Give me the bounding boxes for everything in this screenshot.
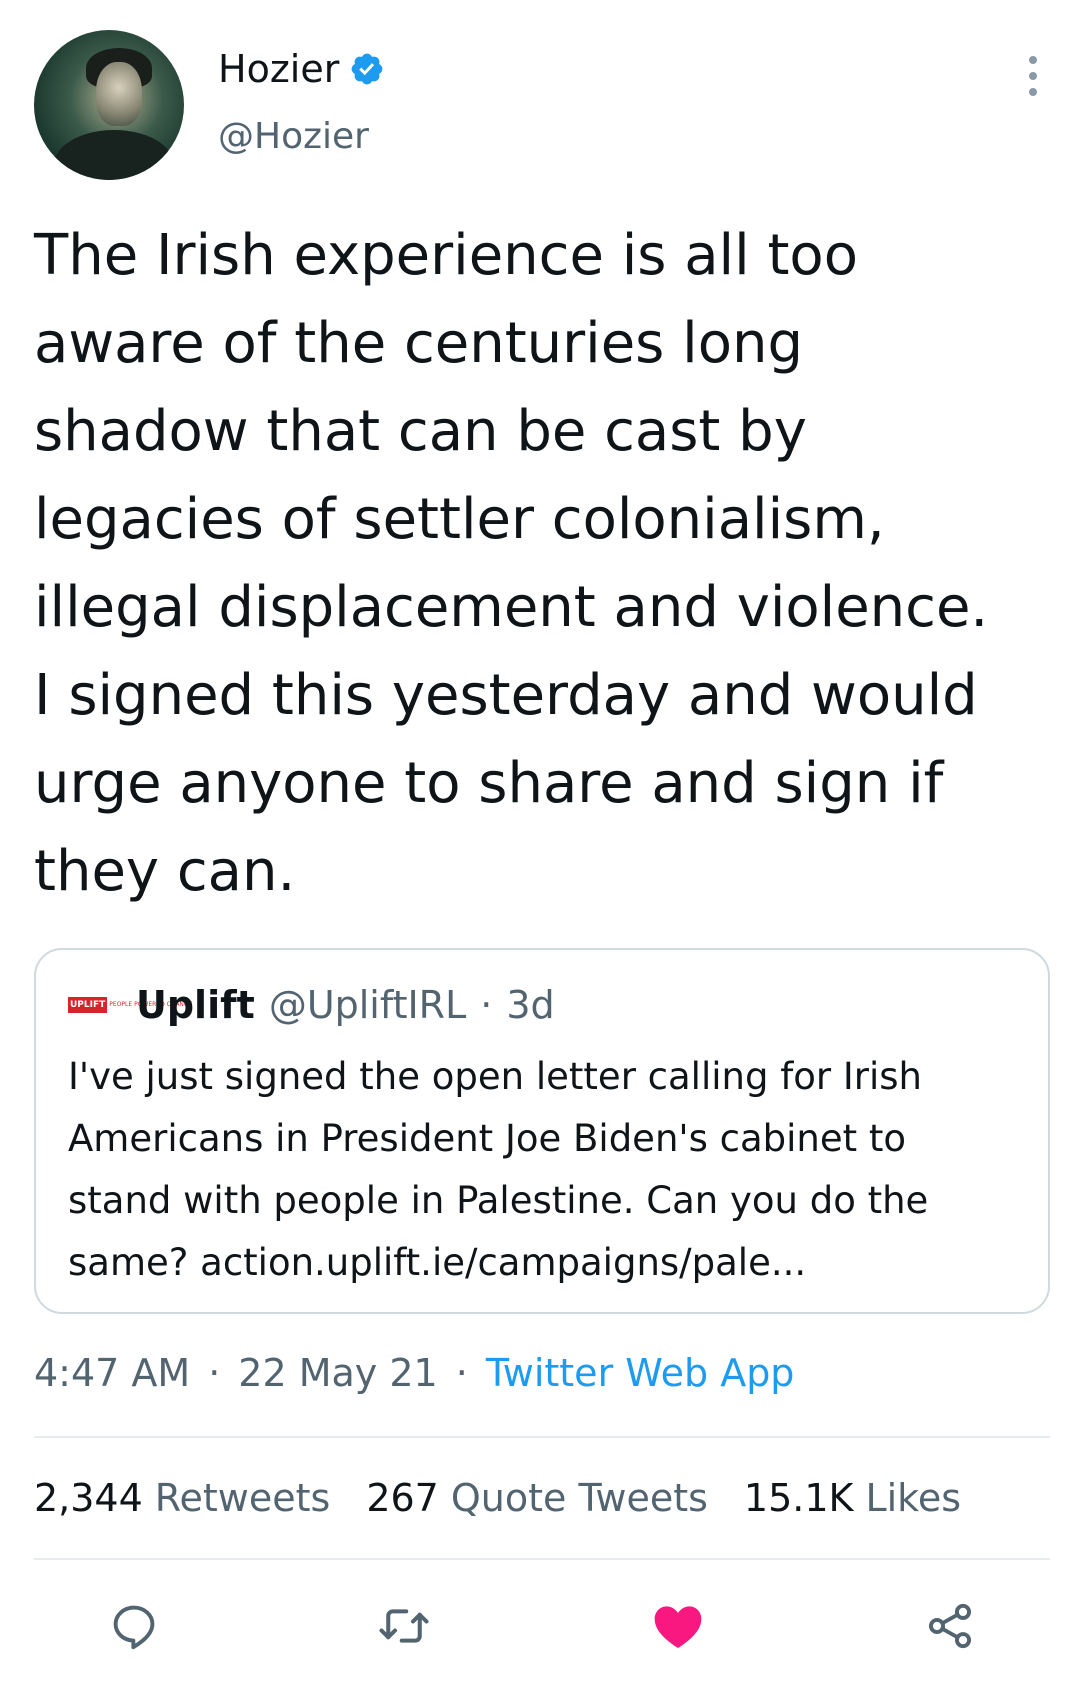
quoted-text-line: stand with people in Palestine. Can you … <box>68 1179 929 1222</box>
quote-tweets-count: 267 <box>366 1476 439 1520</box>
tweet-meta: 4:47 AM · 22 May 21 · Twitter Web App <box>34 1348 794 1398</box>
like-heart-icon <box>654 1606 702 1648</box>
separator-dot: · <box>480 983 493 1027</box>
more-vertical-icon[interactable] <box>1018 56 1048 96</box>
separator-dot: · <box>455 1351 468 1395</box>
quoted-text-line: same? action.uplift.ie/campaigns/pale... <box>68 1241 807 1284</box>
divider <box>34 1436 1050 1438</box>
quoted-author-name: Uplift <box>136 983 255 1027</box>
retweets-label: Retweets <box>154 1476 331 1520</box>
tweet-source-link[interactable]: Twitter Web App <box>486 1351 795 1395</box>
tweet-text-line: they can. <box>34 839 296 904</box>
reply-icon <box>113 1605 155 1650</box>
tweet-text-line: aware of the centuries long <box>34 311 804 376</box>
quoted-tweet-card[interactable]: UPLIFT PEOPLE POWERED CHANGE Uplift @Upl… <box>34 948 1050 1314</box>
divider <box>34 1558 1050 1560</box>
quoted-tweet-header: UPLIFT PEOPLE POWERED CHANGE Uplift @Upl… <box>68 980 555 1030</box>
tweet-text-line: shadow that can be cast by <box>34 399 807 464</box>
uplift-logo: UPLIFT PEOPLE POWERED CHANGE <box>68 994 192 1016</box>
likes-stat[interactable]: 15.1K Likes <box>744 1476 961 1520</box>
share-icon <box>928 1603 972 1649</box>
quoted-tweet-text: I've just signed the open letter calling… <box>68 1046 1028 1294</box>
verified-badge-icon <box>349 51 385 87</box>
quoted-text-line: I've just signed the open letter calling… <box>68 1055 922 1098</box>
separator-dot: · <box>208 1351 221 1395</box>
tweet-actions <box>0 1590 1080 1660</box>
tweet-text-line: The Irish experience is all too <box>34 223 858 288</box>
avatar[interactable] <box>34 30 184 180</box>
quoted-text-line: Americans in President Joe Biden's cabin… <box>68 1117 907 1160</box>
tweet-text-line: illegal displacement and violence. <box>34 575 989 640</box>
quoted-author-handle: @UpliftIRL <box>268 983 467 1027</box>
tweet-text: The Irish experience is all too aware of… <box>34 212 1044 916</box>
likes-label: Likes <box>865 1476 961 1520</box>
author-name-row[interactable]: Hozier <box>218 44 385 94</box>
retweet-icon <box>379 1609 429 1643</box>
tweet-text-line: I signed this yesterday and would <box>34 663 978 728</box>
author-handle[interactable]: @Hozier <box>218 116 369 157</box>
tweet-header: Hozier @Hozier <box>0 0 1080 200</box>
retweets-stat[interactable]: 2,344 Retweets <box>34 1476 330 1520</box>
retweet-button[interactable] <box>374 1596 434 1656</box>
tweet-stats: 2,344 Retweets 267 Quote Tweets 15.1K Likes <box>34 1470 997 1526</box>
likes-count: 15.1K <box>743 1476 854 1520</box>
tweet-time[interactable]: 4:47 AM <box>34 1351 190 1395</box>
reply-button[interactable] <box>104 1596 164 1656</box>
quote-tweets-label: Quote Tweets <box>450 1476 708 1520</box>
tweet-text-line: legacies of settler colonialism, <box>34 487 885 552</box>
like-button[interactable] <box>648 1596 708 1656</box>
quoted-timestamp: 3d <box>506 983 555 1027</box>
tweet-text-line: urge anyone to share and sign if <box>34 751 944 816</box>
retweets-count: 2,344 <box>34 1476 143 1520</box>
author-display-name[interactable]: Hozier <box>218 47 339 91</box>
tweet-date[interactable]: 22 May 21 <box>238 1351 437 1395</box>
share-button[interactable] <box>920 1596 980 1656</box>
quote-tweets-stat[interactable]: 267 Quote Tweets <box>366 1476 708 1520</box>
